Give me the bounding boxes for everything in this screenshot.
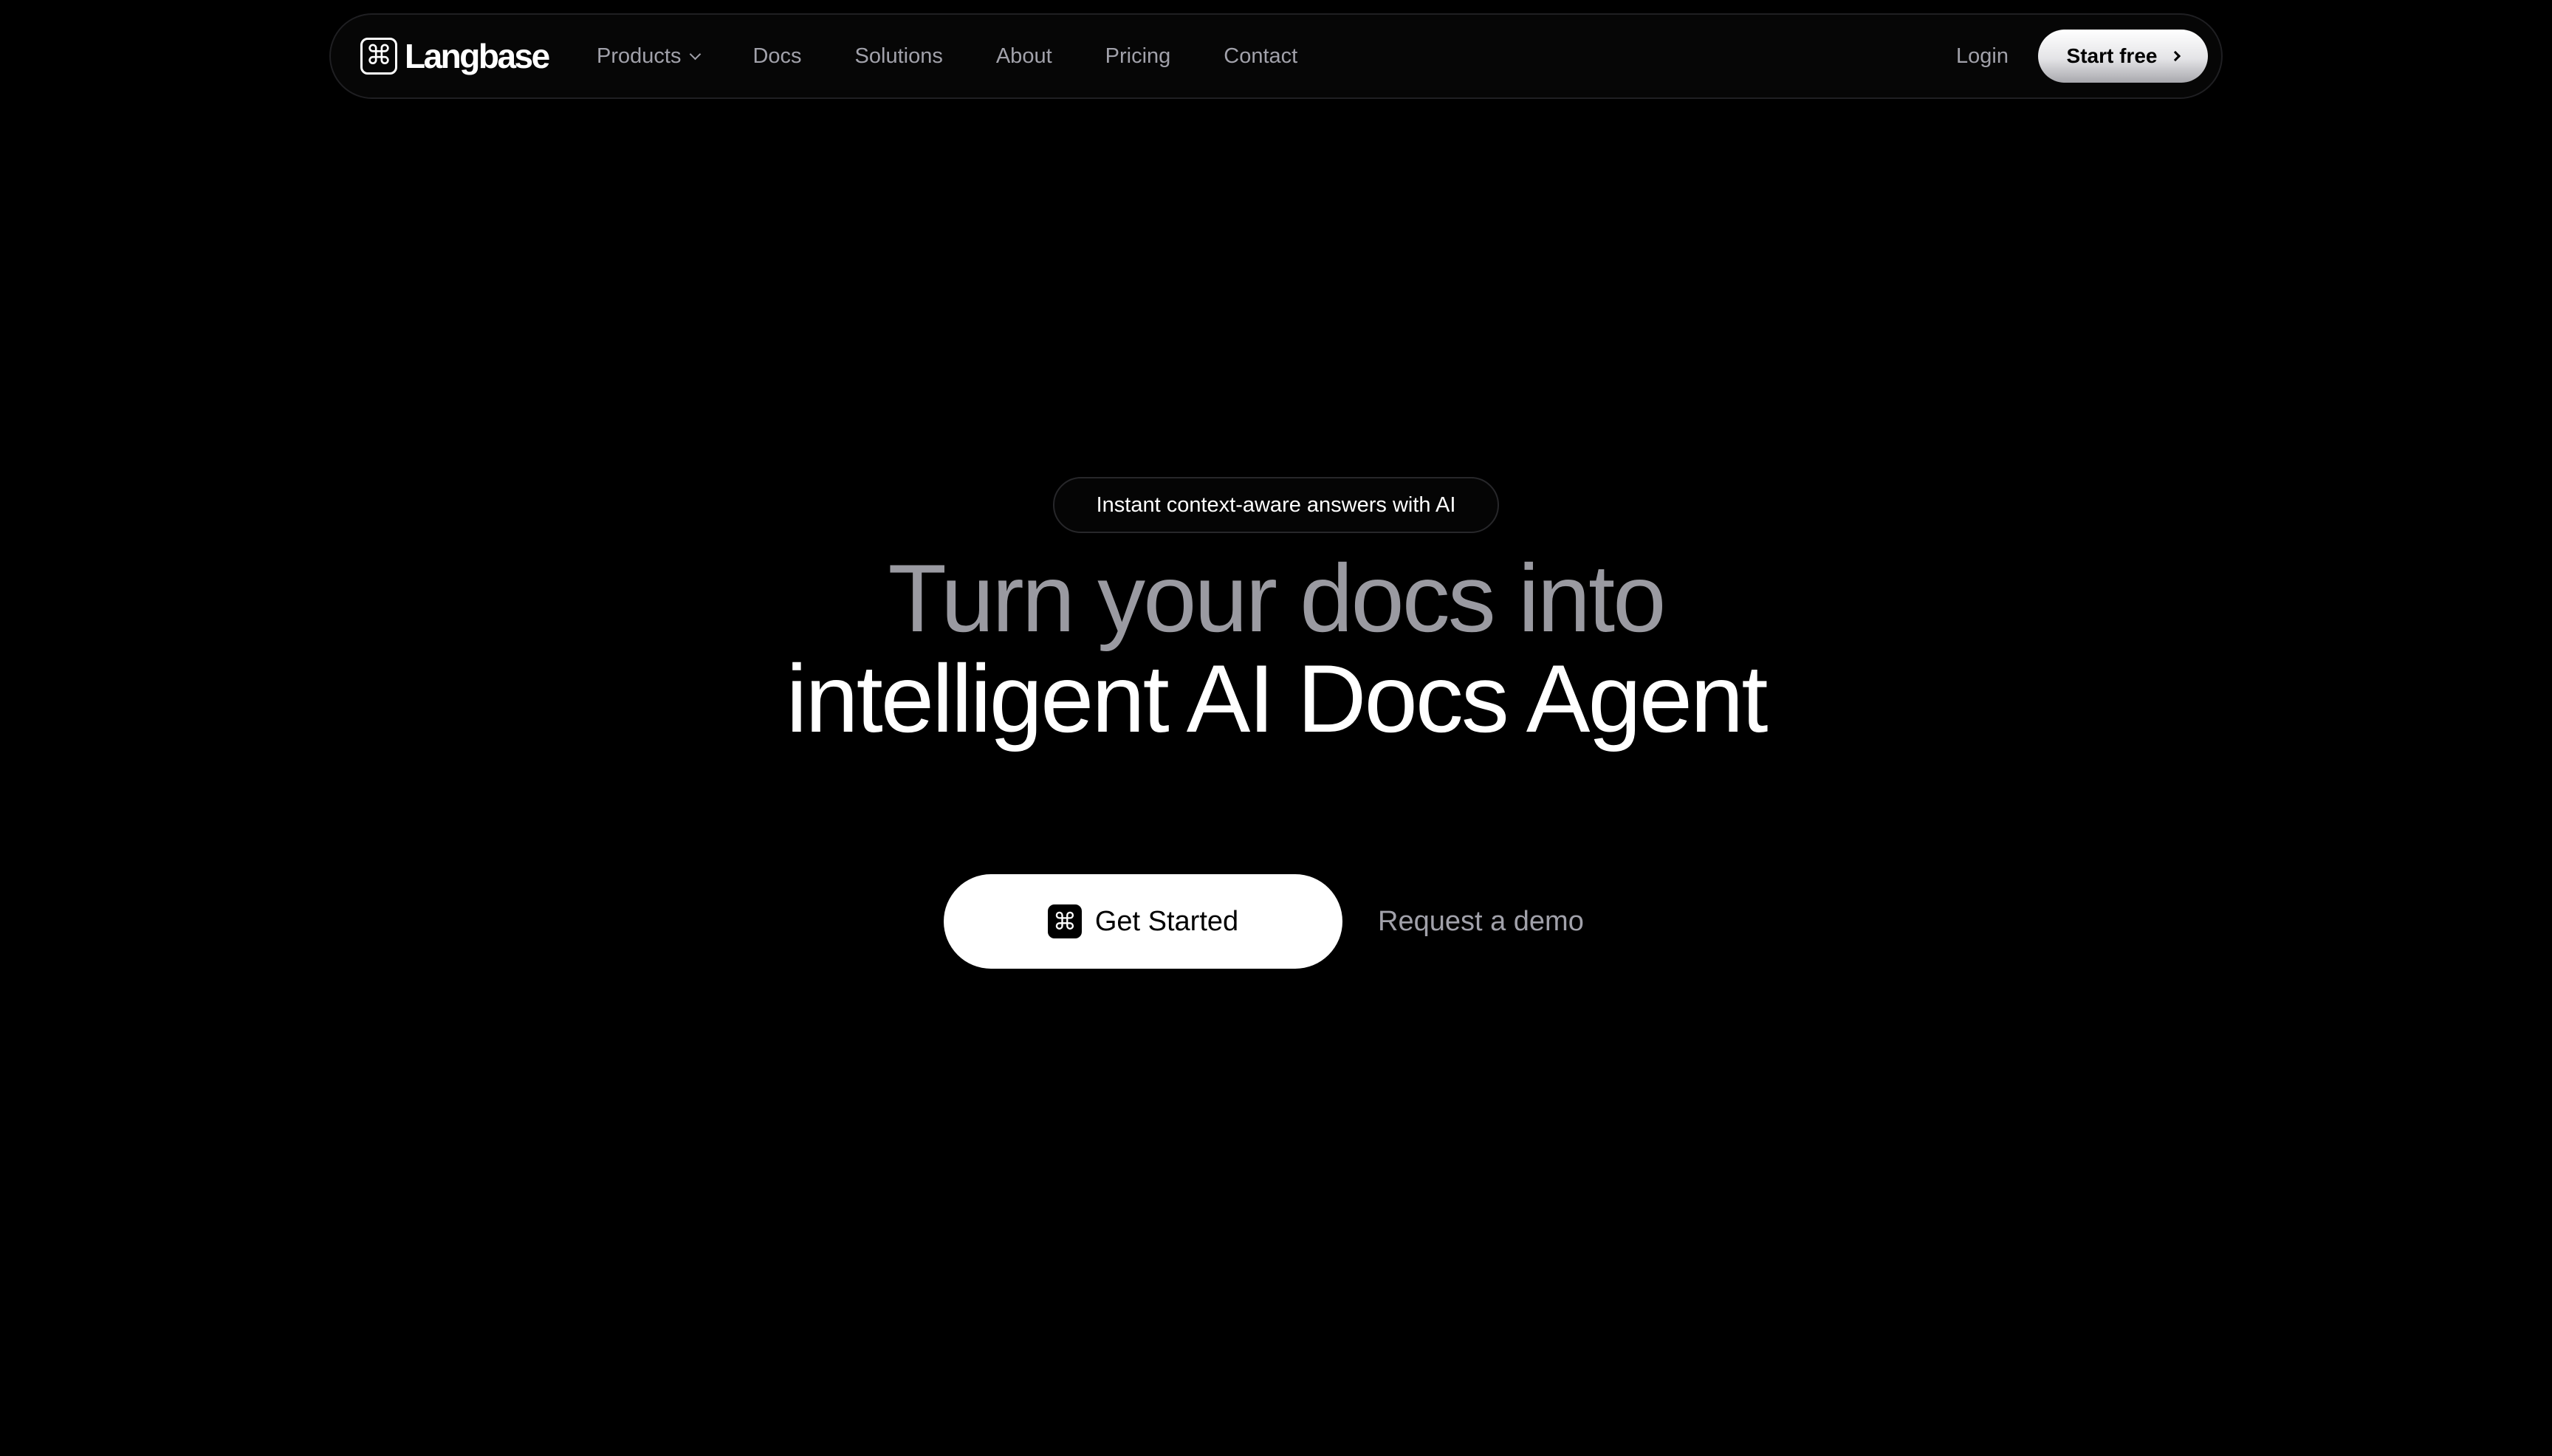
nav-item-about[interactable]: About	[996, 44, 1052, 69]
nav-item-label: Solutions	[854, 44, 943, 68]
hero-badge: Instant context-aware answers with AI	[1053, 477, 1499, 533]
nav-item-label: About	[995, 44, 1052, 68]
nav-item-label: Docs	[752, 44, 802, 68]
command-icon: ⌘	[1047, 904, 1082, 938]
headline-line-1: Turn your docs into	[888, 544, 1667, 652]
page: ⌘ Langbase Products Docs Solutions About…	[0, 0, 2552, 1456]
nav-actions: Login Start free	[1956, 15, 2208, 97]
login-link[interactable]: Login	[1956, 44, 2009, 69]
nav-item-label: Products	[597, 44, 682, 68]
logo-text: Langbase	[405, 37, 550, 75]
start-free-label: Start free	[2066, 44, 2158, 67]
headline-line-2: intelligent AI Docs Agent	[786, 645, 1768, 752]
top-navbar: ⌘ Langbase Products Docs Solutions About…	[329, 13, 2223, 99]
get-started-button[interactable]: ⌘ Get Started	[944, 874, 1342, 969]
command-icon: ⌘	[360, 38, 397, 75]
nav-links: Products Docs Solutions About Pricing Co…	[597, 15, 1351, 97]
start-free-button[interactable]: Start free	[2038, 30, 2208, 83]
nav-item-products[interactable]: Products	[597, 44, 702, 69]
nav-item-contact[interactable]: Contact	[1224, 44, 1297, 69]
chevron-right-icon	[2170, 50, 2181, 62]
hero-headline: Turn your docs into intelligent AI Docs …	[0, 548, 2552, 749]
logo-link[interactable]: ⌘ Langbase	[360, 37, 550, 75]
nav-item-docs[interactable]: Docs	[752, 44, 801, 69]
hero-cta-row: ⌘ Get Started Request a demo	[944, 874, 1584, 969]
nav-item-label: Pricing	[1105, 44, 1171, 68]
nav-item-label: Contact	[1224, 44, 1298, 68]
get-started-label: Get Started	[1094, 905, 1239, 937]
nav-item-pricing[interactable]: Pricing	[1105, 44, 1171, 69]
chevron-down-icon	[690, 48, 702, 60]
request-demo-link[interactable]: Request a demo	[1378, 906, 1584, 938]
nav-item-solutions[interactable]: Solutions	[855, 44, 943, 69]
